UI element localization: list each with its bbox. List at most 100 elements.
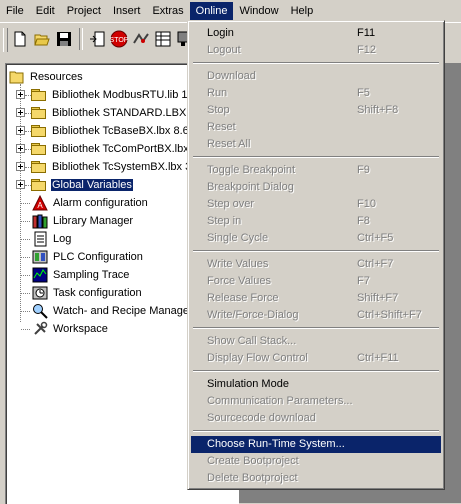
menu-item-label: Create Bootproject — [207, 455, 299, 467]
sampling-trace-icon — [32, 267, 48, 283]
menu-item-download[interactable]: Download — [191, 68, 441, 85]
expand-toggle[interactable] — [16, 144, 25, 153]
menu-file[interactable]: File — [0, 2, 30, 20]
menu-item-force-values[interactable]: Force Values F7 — [191, 273, 441, 290]
new-file-button[interactable] — [9, 28, 31, 50]
tree-line — [21, 311, 30, 313]
menu-insert[interactable]: Insert — [107, 2, 147, 20]
menu-item-label: Step in — [207, 215, 242, 227]
tree-item-sampling-trace[interactable]: Sampling Trace — [32, 266, 130, 284]
tree-item-task-configuration[interactable]: Task configuration — [32, 284, 143, 302]
menu-item-label: Download — [207, 70, 256, 82]
open-folder-icon — [34, 34, 50, 46]
library-icon — [32, 213, 48, 229]
new-file-icon — [14, 31, 26, 47]
menu-item-logout[interactable]: Logout F12 — [191, 42, 441, 59]
menu-item-shortcut: Ctrl+Shift+F7 — [357, 309, 422, 321]
menu-edit[interactable]: Edit — [30, 2, 61, 20]
tree-line — [21, 275, 30, 277]
tree-item-workspace[interactable]: Workspace — [32, 320, 109, 338]
stop-icon: STOP — [110, 30, 128, 48]
menu-item-shortcut: F10 — [357, 198, 376, 210]
menu-item-label: Show Call Stack... — [207, 335, 297, 347]
tree-item-label: Workspace — [53, 323, 108, 335]
expand-toggle[interactable] — [16, 126, 25, 135]
tree-line — [21, 239, 30, 241]
menu-item-reset[interactable]: Reset — [191, 119, 441, 136]
expand-toggle[interactable] — [16, 90, 25, 99]
menu-item-show-call-stack[interactable]: Show Call Stack... — [191, 333, 441, 350]
folder-icon — [31, 178, 47, 192]
tree-folder-library[interactable]: Bibliothek ModbusRTU.lib 12 — [31, 86, 195, 104]
menu-item-choose-run-time-system[interactable]: Choose Run-Time System... — [191, 436, 441, 453]
watch-button[interactable] — [152, 28, 174, 50]
breakpoint-button[interactable] — [130, 28, 152, 50]
menu-item-communication-parameters[interactable]: Communication Parameters... — [191, 393, 441, 410]
download-button[interactable] — [86, 28, 108, 50]
menu-item-sourcecode-download[interactable]: Sourcecode download — [191, 410, 441, 427]
menu-window[interactable]: Window — [233, 2, 284, 20]
tree-item-log[interactable]: Log — [32, 230, 72, 248]
stop-button[interactable]: STOP — [108, 28, 130, 50]
step-icon — [133, 33, 149, 44]
tree-line — [21, 257, 30, 259]
menu-item-label: Choose Run-Time System... — [207, 438, 345, 450]
tree-folder-library[interactable]: Bibliothek TcBaseBX.lbx 8.6 — [31, 122, 190, 140]
tree-item-plc-configuration[interactable]: PLC Configuration — [32, 248, 144, 266]
save-button[interactable] — [53, 28, 75, 50]
menu-item-breakpoint-dialog[interactable]: Breakpoint Dialog — [191, 179, 441, 196]
menu-item-display-flow-control[interactable]: Display Flow Control Ctrl+F11 — [191, 350, 441, 367]
tree-item-library-manager[interactable]: Library Manager — [32, 212, 134, 230]
tree-folder-library[interactable]: Bibliothek TcComPortBX.lbx — [31, 140, 190, 158]
menu-item-write-force-dialog[interactable]: Write/Force-Dialog Ctrl+Shift+F7 — [191, 307, 441, 324]
menu-item-create-bootproject[interactable]: Create Bootproject — [191, 453, 441, 470]
toolbar-grip[interactable] — [3, 28, 8, 52]
menu-item-label: Run — [207, 87, 228, 99]
tree-item-label: Library Manager — [53, 215, 134, 227]
menu-item-step-in[interactable]: Step in F8 — [191, 213, 441, 230]
toolbar-separator — [79, 28, 83, 50]
menu-item-shortcut: Ctrl+F5 — [357, 232, 394, 244]
menu-separator — [193, 250, 439, 252]
tree-folder-library[interactable]: Bibliothek TcSystemBX.lbx 3 — [31, 158, 192, 176]
menu-item-login[interactable]: Login F11 — [191, 25, 441, 42]
menu-item-toggle-breakpoint[interactable]: Toggle Breakpoint F9 — [191, 162, 441, 179]
menu-item-label: Delete Bootproject — [207, 472, 298, 484]
menu-item-simulation-mode[interactable]: Simulation Mode — [191, 376, 441, 393]
menu-item-stop[interactable]: Stop Shift+F8 — [191, 102, 441, 119]
menu-item-delete-bootproject[interactable]: Delete Bootproject — [191, 470, 441, 487]
log-icon — [32, 231, 48, 247]
menu-item-shortcut: Shift+F7 — [357, 292, 399, 304]
menu-item-single-cycle[interactable]: Single Cycle Ctrl+F5 — [191, 230, 441, 247]
tree-line — [21, 221, 30, 223]
menu-item-label: Reset — [207, 121, 236, 133]
expand-toggle[interactable] — [16, 180, 25, 189]
open-file-button[interactable] — [31, 28, 53, 50]
tree-folder-global-variables[interactable]: Global Variables — [31, 176, 133, 194]
folder-icon — [31, 124, 47, 138]
menu-item-write-values[interactable]: Write Values Ctrl+F7 — [191, 256, 441, 273]
expand-toggle[interactable] — [16, 108, 25, 117]
menu-item-run[interactable]: Run F5 — [191, 85, 441, 102]
menu-item-step-over[interactable]: Step over F10 — [191, 196, 441, 213]
menu-item-reset-all[interactable]: Reset All — [191, 136, 441, 153]
menu-help[interactable]: Help — [285, 2, 320, 20]
menu-item-release-force[interactable]: Release Force Shift+F7 — [191, 290, 441, 307]
expand-toggle[interactable] — [16, 162, 25, 171]
menu-item-shortcut: F5 — [357, 87, 370, 99]
menu-item-label: Breakpoint Dialog — [207, 181, 294, 193]
menu-item-label: Simulation Mode — [207, 378, 289, 390]
menu-item-label: Reset All — [207, 138, 251, 150]
menu-item-label: Toggle Breakpoint — [207, 164, 296, 176]
menu-item-shortcut: F11 — [357, 27, 376, 39]
menu-item-label: Write Values — [207, 258, 269, 270]
tree-folder-label: Bibliothek TcSystemBX.lbx 3 — [52, 161, 192, 173]
tree-item-alarm-configuration[interactable]: A Alarm configuration — [32, 194, 149, 212]
plc-config-icon — [32, 249, 48, 265]
tree-item-watch-and-recipe-manage[interactable]: Watch- and Recipe Manage — [32, 302, 190, 320]
menu-online[interactable]: Online — [189, 2, 234, 20]
tree-folder-library[interactable]: Bibliothek STANDARD.LBX — [31, 104, 187, 122]
menu-extras[interactable]: Extras — [146, 2, 189, 20]
menu-project[interactable]: Project — [61, 2, 107, 20]
menu-item-label: Login — [207, 27, 234, 39]
